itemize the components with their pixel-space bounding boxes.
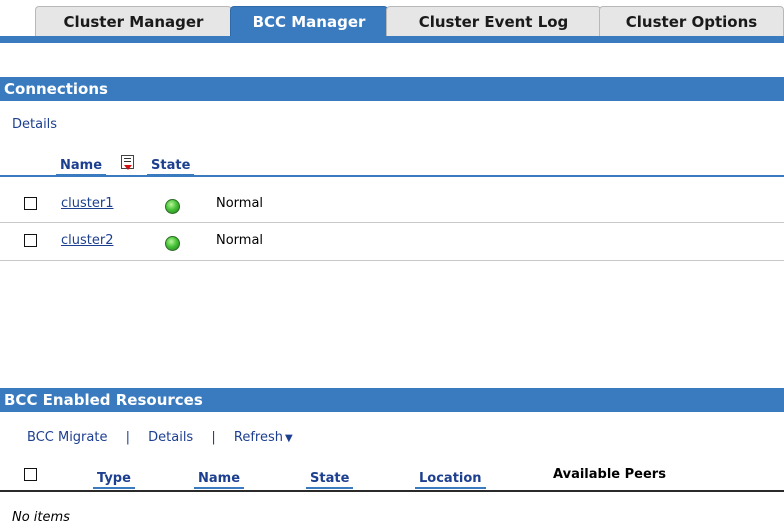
sort-descending-icon[interactable] (121, 155, 134, 170)
name-column-header[interactable]: Name (56, 158, 107, 176)
resources-action-bar: BCC Migrate | Details | Refresh ▼ (27, 430, 293, 445)
refresh-label: Refresh (233, 430, 283, 445)
row-checkbox[interactable] (24, 197, 37, 210)
cluster-link[interactable]: cluster2 (61, 233, 113, 248)
row-divider (0, 222, 784, 223)
state-value: Normal (216, 196, 264, 211)
chevron-down-icon: ▼ (284, 433, 293, 444)
action-separator: | (125, 430, 130, 445)
select-all-checkbox[interactable] (24, 468, 37, 481)
tab-cluster-manager[interactable]: Cluster Manager (35, 6, 232, 37)
available-peers-column-header: Available Peers (553, 467, 666, 482)
location-column-header[interactable]: Location (415, 471, 486, 489)
connections-column-headers: Name (56, 154, 107, 176)
status-ok-icon (165, 236, 180, 251)
tab-cluster-options[interactable]: Cluster Options (599, 6, 784, 37)
refresh-menu[interactable]: Refresh ▼ (234, 430, 293, 445)
tab-bcc-manager[interactable]: BCC Manager (230, 6, 388, 37)
tab-underline (0, 36, 784, 43)
resources-header: BCC Enabled Resources (0, 388, 784, 412)
type-column-header[interactable]: Type (93, 471, 135, 489)
connections-header: Connections (0, 77, 784, 101)
status-ok-icon (165, 199, 180, 214)
cluster-link[interactable]: cluster1 (61, 196, 113, 211)
state-value: Normal (216, 233, 264, 248)
row-checkbox[interactable] (24, 234, 37, 247)
tab-bar: Cluster Manager BCC Manager Cluster Even… (0, 0, 784, 44)
tab-cluster-event-log[interactable]: Cluster Event Log (386, 6, 601, 37)
bcc-migrate-link[interactable]: BCC Migrate (27, 430, 107, 445)
action-separator: | (211, 430, 216, 445)
resources-header-rule (0, 490, 784, 492)
row-divider (0, 260, 784, 261)
connections-header-rule (0, 175, 784, 177)
resources-details-link[interactable]: Details (148, 430, 193, 445)
connections-details-link[interactable]: Details (12, 117, 57, 132)
empty-state-text: No items (12, 510, 70, 525)
name-column-header[interactable]: Name (194, 471, 245, 489)
state-column-header[interactable]: State (306, 471, 354, 489)
state-column-header[interactable]: State (147, 158, 195, 176)
